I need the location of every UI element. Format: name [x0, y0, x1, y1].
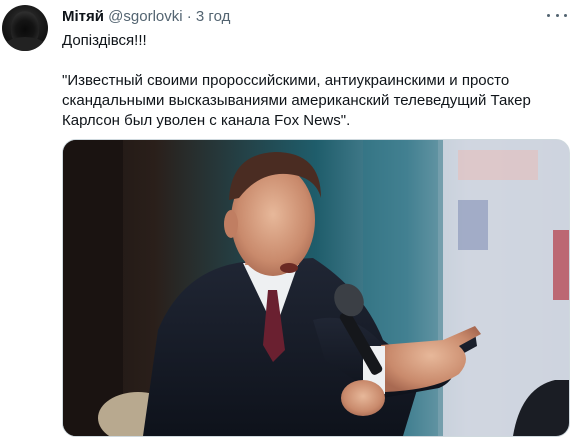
photo-illustration — [63, 140, 569, 436]
tweet-text: Допіздівся!!! "Известный своими проросси… — [62, 31, 567, 131]
tweet-header: Мітяй @sgorlovki · 3 год — [62, 8, 230, 25]
tweet-text-line1: Допіздівся!!! — [62, 32, 147, 49]
tweet: Мітяй @sgorlovki · 3 год Допіздівся!!! "… — [0, 0, 579, 439]
avatar[interactable] — [2, 5, 48, 51]
author-name[interactable]: Мітяй — [62, 8, 104, 25]
author-handle[interactable]: @sgorlovki — [108, 8, 182, 25]
separator: · — [186, 8, 192, 25]
more-options-icon[interactable] — [547, 9, 567, 21]
tweet-text-quote: "Известный своими пророссийскими, антиук… — [62, 72, 531, 129]
tweet-photo[interactable] — [62, 139, 570, 437]
timestamp[interactable]: 3 год — [196, 8, 230, 25]
